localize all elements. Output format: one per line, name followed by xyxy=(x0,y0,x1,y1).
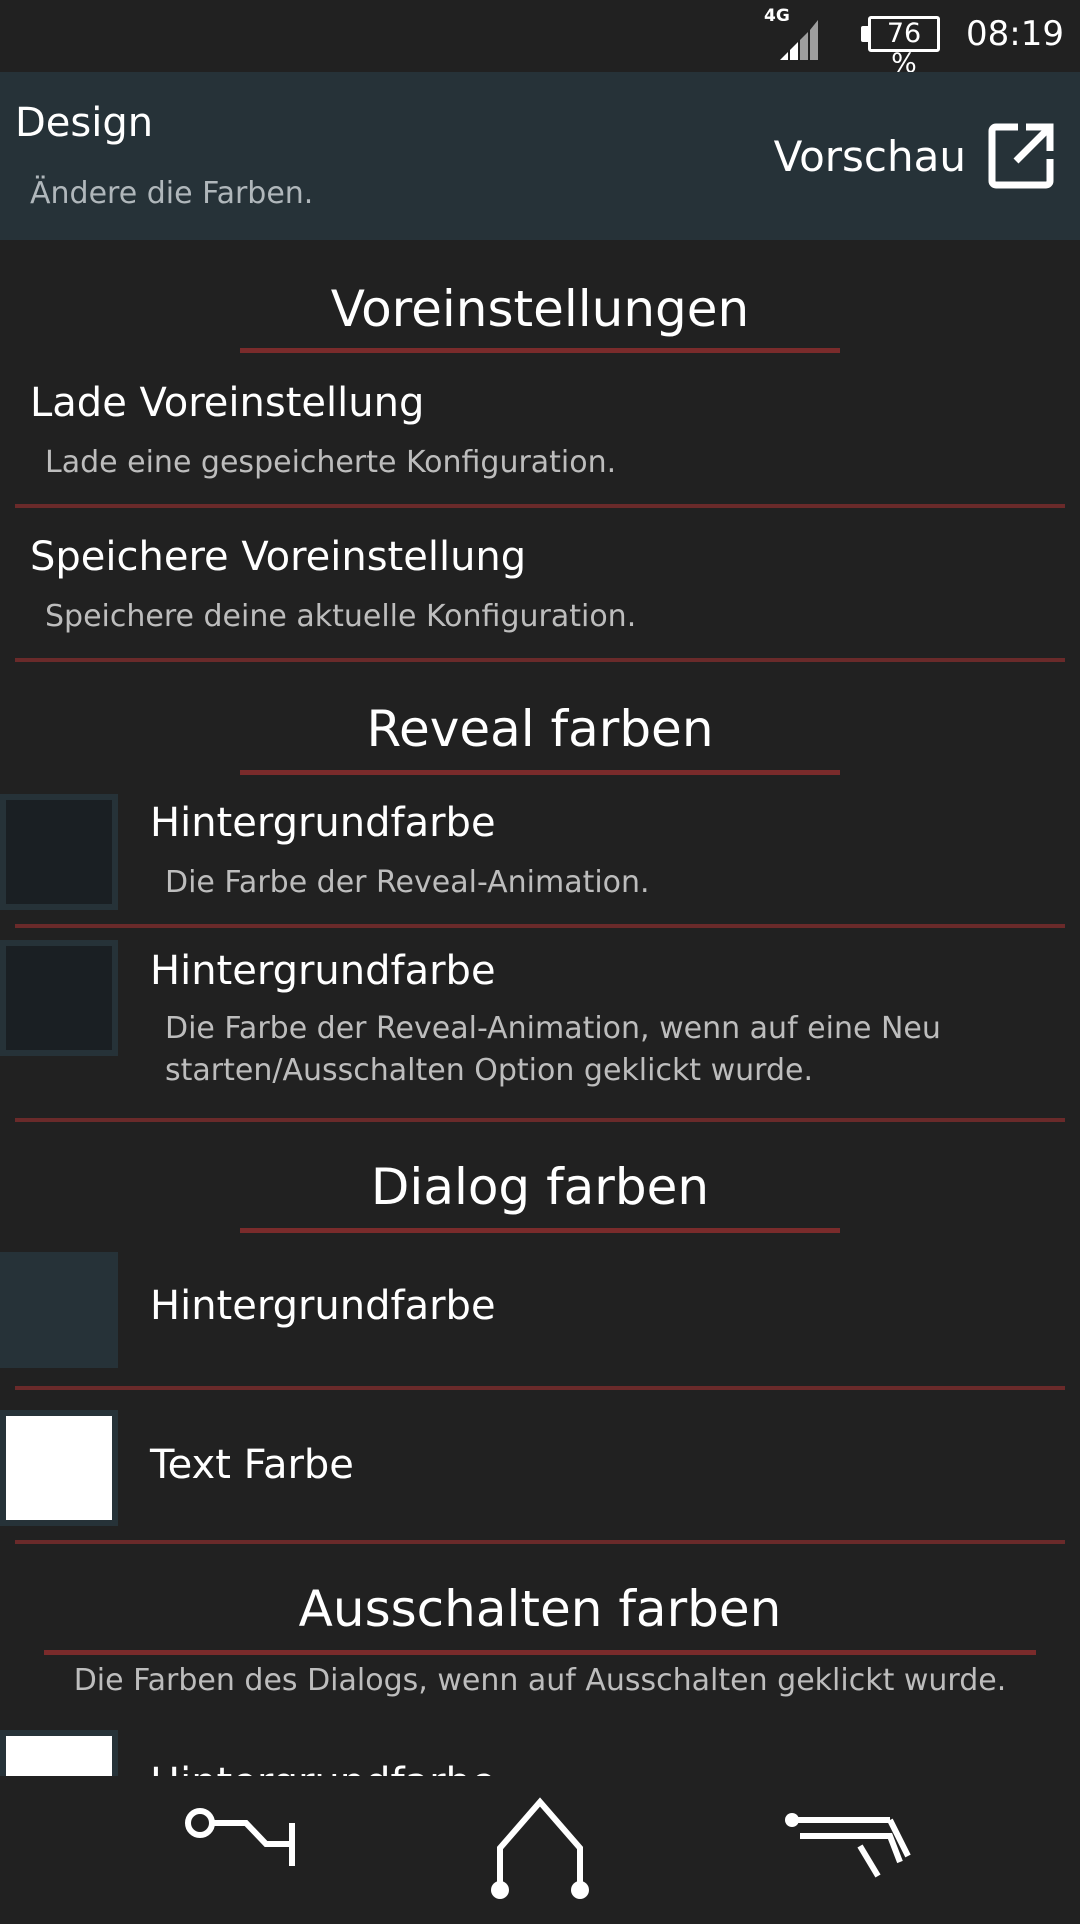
section-title-presets: Voreinstellungen xyxy=(330,280,750,338)
page-subtitle: Ändere die Farben. xyxy=(30,176,314,211)
color-swatch xyxy=(0,1410,118,1526)
divider xyxy=(15,658,1065,662)
reveal-power-bg-color-item[interactable]: Hintergrundfarbe Die Farbe der Reveal-An… xyxy=(0,928,1080,1118)
app-bar: Design Ändere die Farben. Vorschau xyxy=(0,72,1080,240)
section-title-reveal: Reveal farben xyxy=(366,700,714,758)
item-title: Hintergrundfarbe xyxy=(150,1760,496,1776)
divider xyxy=(15,1118,1065,1122)
item-description: Die Farbe der Reveal-Animation, wenn auf… xyxy=(165,1011,941,1088)
preview-label: Vorschau xyxy=(773,131,966,181)
battery-icon-nub xyxy=(861,26,868,42)
section-title-dialog: Dialog farben xyxy=(370,1158,710,1216)
color-swatch xyxy=(0,940,118,1056)
signal-icon xyxy=(780,20,818,60)
section-underline xyxy=(240,348,840,353)
back-button[interactable] xyxy=(140,1776,340,1920)
color-swatch xyxy=(0,1730,118,1776)
item-description: Speichere deine aktuelle Konfiguration. xyxy=(45,599,637,634)
poweroff-bg-color-item[interactable]: Hintergrundfarbe xyxy=(0,1724,1080,1776)
item-description: Die Farbe der Reveal-Animation. xyxy=(165,865,650,900)
settings-list[interactable]: Voreinstellungen Lade Voreinstellung Lad… xyxy=(0,240,1080,1776)
recents-button[interactable] xyxy=(740,1776,940,1920)
item-description: Lade eine gespeicherte Konfiguration. xyxy=(45,445,617,480)
dialog-text-color-item[interactable]: Text Farbe xyxy=(0,1390,1080,1540)
item-title: Hintergrundfarbe xyxy=(150,800,496,846)
item-title: Hintergrundfarbe xyxy=(150,1283,496,1329)
preview-button[interactable]: Vorschau xyxy=(774,120,1056,192)
section-underline xyxy=(240,1228,840,1233)
section-underline xyxy=(240,770,840,775)
home-icon xyxy=(491,1797,589,1899)
load-preset-item[interactable]: Lade Voreinstellung Lade eine gespeicher… xyxy=(0,360,1080,510)
save-preset-item[interactable]: Speichere Voreinstellung Speichere deine… xyxy=(0,508,1080,658)
section-description: Die Farben des Dialogs, wenn auf Ausscha… xyxy=(73,1663,1007,1698)
reveal-bg-color-item[interactable]: Hintergrundfarbe Die Farbe der Reveal-An… xyxy=(0,780,1080,925)
dialog-bg-color-item[interactable]: Hintergrundfarbe xyxy=(0,1235,1080,1375)
page-title: Design xyxy=(15,100,154,146)
home-button[interactable] xyxy=(440,1776,640,1920)
item-title: Speichere Voreinstellung xyxy=(30,534,527,580)
item-title: Lade Voreinstellung xyxy=(30,380,425,426)
back-icon xyxy=(185,1808,295,1866)
clock: 08:19 xyxy=(966,14,1064,54)
section-underline xyxy=(44,1650,1036,1655)
battery-icon: 76 % xyxy=(868,16,940,79)
item-title: Text Farbe xyxy=(150,1442,354,1488)
color-swatch xyxy=(0,1252,118,1368)
section-title-poweroff: Ausschalten farben xyxy=(298,1580,782,1638)
status-bar: 4G 76 % 08:19 xyxy=(0,0,1080,79)
open-in-new-icon xyxy=(988,123,1054,189)
item-title: Hintergrundfarbe xyxy=(150,948,496,994)
divider xyxy=(15,1540,1065,1544)
recents-icon xyxy=(785,1813,911,1878)
navigation-bar xyxy=(0,1776,1080,1920)
color-swatch xyxy=(0,794,118,910)
